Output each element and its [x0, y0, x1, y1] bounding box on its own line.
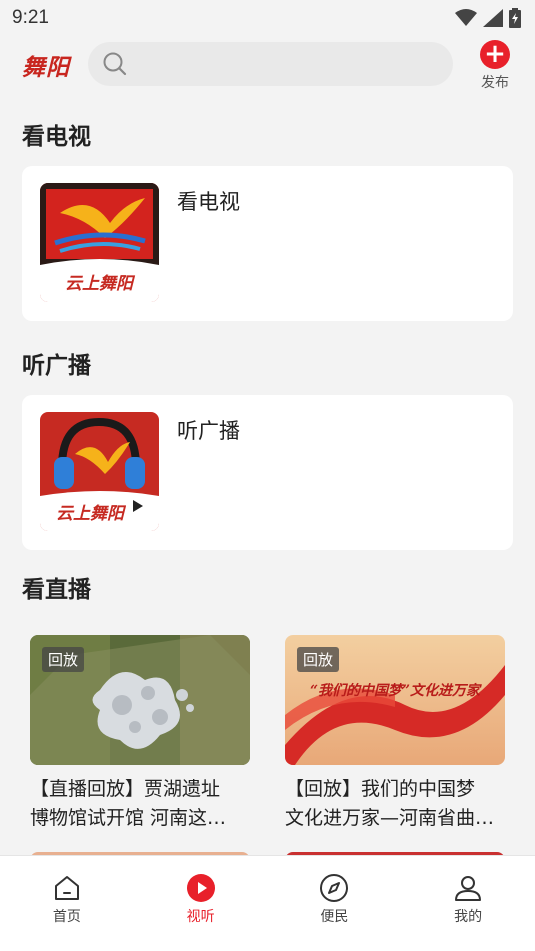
plus-icon: +: [480, 40, 510, 69]
battery-icon: [509, 8, 521, 28]
section-title-tv: 看电视: [22, 124, 91, 150]
search-icon: [103, 52, 127, 76]
live-thumbnail: 回放: [30, 635, 250, 765]
nav-item-profile[interactable]: 我的: [401, 856, 535, 951]
wifi-icon: [455, 9, 477, 26]
live-thumbnail: “我们的中国梦”文化进万家 回放: [285, 635, 505, 765]
app-logo: 舞阳: [22, 54, 70, 81]
status-icons: [455, 8, 521, 28]
signal-icon: [483, 9, 503, 27]
home-icon: [54, 876, 79, 900]
radio-thumbnail: 云上舞阳: [40, 412, 159, 531]
live-item[interactable]: 回放 【直播回放】贾湖遗址 博物馆试开馆 河南这…: [30, 635, 250, 833]
tv-thumbnail: 云上舞阳: [40, 183, 159, 302]
top-header: 舞阳 + 发布: [0, 38, 535, 94]
nav-item-home[interactable]: 首页: [0, 856, 134, 951]
nav-label-services: 便民: [320, 909, 349, 925]
section-title-live: 看直播: [22, 577, 91, 603]
tv-card-label: 看电视: [177, 190, 240, 214]
nav-item-media[interactable]: 视听: [134, 856, 268, 951]
radio-card[interactable]: 云上舞阳 听广播: [22, 395, 513, 550]
nav-label-media: 视听: [186, 909, 215, 925]
nav-label-home: 首页: [52, 909, 81, 925]
publish-button[interactable]: + 发布: [476, 40, 514, 92]
search-bar[interactable]: [88, 42, 453, 86]
user-icon: [455, 876, 482, 901]
search-input[interactable]: [136, 55, 436, 73]
bottom-nav: 首页 视听 便民 我的: [0, 855, 535, 951]
tv-card[interactable]: 云上舞阳 看电视: [22, 166, 513, 321]
live-item[interactable]: “我们的中国梦”文化进万家 回放 【回放】我们的中国梦 文化进万家—河南省曲…: [285, 635, 505, 833]
play-icon: [186, 874, 215, 902]
replay-badge: 回放: [42, 647, 85, 672]
live-thumb-text: “我们的中国梦”文化进万家: [310, 682, 482, 699]
section-title-radio: 听广播: [22, 353, 91, 379]
nav-label-profile: 我的: [454, 909, 483, 925]
live-item-title: 【直播回放】贾湖遗址 博物馆试开馆 河南这…: [30, 778, 227, 829]
nav-item-services[interactable]: 便民: [268, 856, 402, 951]
publish-label: 发布: [481, 75, 509, 91]
live-item-title: 【回放】我们的中国梦 文化进万家—河南省曲…: [285, 778, 495, 829]
tv-thumb-caption: 云上舞阳: [65, 274, 136, 294]
compass-icon: [320, 874, 349, 902]
replay-badge: 回放: [297, 647, 340, 672]
status-time: 9:21: [12, 7, 49, 28]
radio-card-label: 听广播: [177, 419, 240, 443]
status-bar: 9:21: [0, 0, 535, 36]
radio-thumb-caption: 云上舞阳: [56, 504, 127, 524]
